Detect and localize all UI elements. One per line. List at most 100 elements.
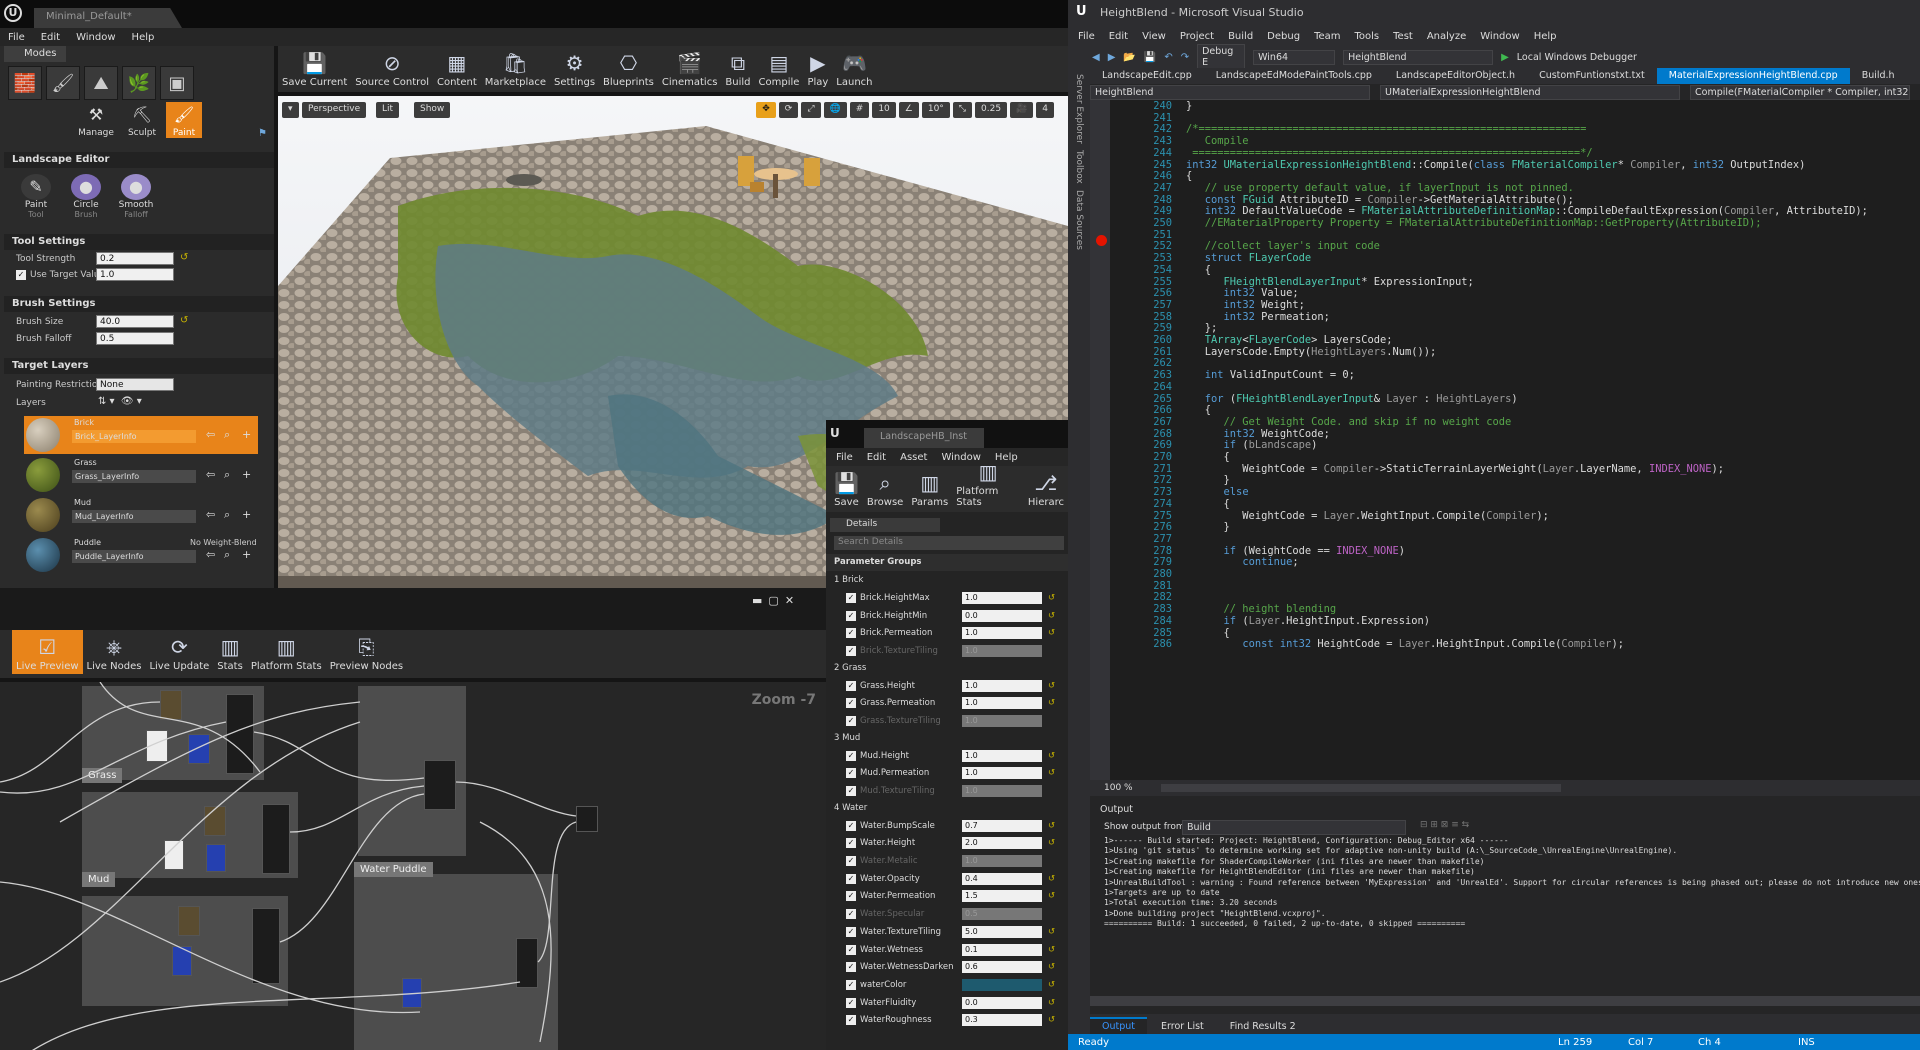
startup-project-select[interactable]: HeightBlend xyxy=(1343,49,1494,65)
cinematics-button[interactable]: 🎬 Cinematics xyxy=(658,46,722,90)
stats-button[interactable]: ▥ Stats xyxy=(213,630,247,674)
ue-menu-file[interactable]: File xyxy=(8,32,25,43)
param-group-header[interactable]: 4 Water xyxy=(826,800,1068,817)
paint-brush-tool[interactable]: ✎ Paint Tool xyxy=(14,174,58,219)
brush-size-reset-icon[interactable]: ↺ xyxy=(180,315,188,326)
param-value-input[interactable]: 1.0 xyxy=(962,855,1042,868)
param-enable-checkbox[interactable]: ✓ xyxy=(846,750,856,761)
param-enable-checkbox[interactable]: ✓ xyxy=(846,680,856,691)
brush-size-input[interactable]: 40.0 xyxy=(96,315,174,328)
mi-params-button[interactable]: ▥ Params xyxy=(907,466,952,510)
param-value-input[interactable]: 0.3 xyxy=(962,1014,1042,1027)
browse-icon[interactable]: ⌕ xyxy=(224,508,230,522)
output-source-select[interactable]: Build xyxy=(1182,820,1406,835)
tab-editor-object[interactable]: LandscapeEditorObject.h xyxy=(1384,68,1527,84)
param-value-input[interactable]: 1.0 xyxy=(962,591,1042,604)
reset-icon[interactable]: ↺ xyxy=(1048,980,1055,990)
browse-icon[interactable]: ⌕ xyxy=(224,548,230,562)
mi-menu-window[interactable]: Window xyxy=(941,452,980,463)
param-value-input[interactable]: 1.0 xyxy=(962,714,1042,727)
brush-falloff-input[interactable]: 0.5 xyxy=(96,332,174,345)
code-line[interactable]: WeightCode = Compiler->StaticTerrainLaye… xyxy=(1186,463,1724,475)
code-line[interactable]: }; xyxy=(1186,322,1218,334)
server-explorer-tab[interactable]: Server Explorer xyxy=(1074,74,1084,144)
brush-settings-header[interactable]: Brush Settings xyxy=(4,296,274,312)
reset-icon[interactable]: ↺ xyxy=(1048,1015,1055,1025)
redo-icon[interactable]: ↷ xyxy=(1181,52,1189,63)
vs-menu-file[interactable]: File xyxy=(1078,31,1095,42)
reset-icon[interactable]: ↺ xyxy=(1048,945,1055,955)
param-value-input[interactable]: 2.0 xyxy=(962,837,1042,850)
param-group-header[interactable]: 3 Mud xyxy=(826,730,1068,747)
layer-item-mud[interactable]: Mud Mud_LayerInfo ⇦ ⌕ + xyxy=(24,496,258,534)
vs-menu-tools[interactable]: Tools xyxy=(1355,31,1380,42)
code-line[interactable]: WeightCode = Layer.WeightInput.Compile(C… xyxy=(1186,510,1549,522)
reset-icon[interactable]: ↺ xyxy=(1048,681,1055,691)
use-asset-icon[interactable]: ⇦ xyxy=(206,508,215,521)
code-line[interactable]: { xyxy=(1186,404,1211,416)
code-line[interactable]: const int32 HeightCode = Layer.HeightInp… xyxy=(1186,638,1624,650)
param-value-input[interactable]: 1.5 xyxy=(962,890,1042,903)
browse-icon[interactable]: ⌕ xyxy=(224,428,230,442)
forward-icon[interactable]: ▶ xyxy=(1108,52,1116,63)
code-line[interactable]: { xyxy=(1186,451,1230,463)
undo-icon[interactable]: ↶ xyxy=(1164,52,1172,63)
param-enable-checkbox[interactable]: ✓ xyxy=(846,628,856,639)
code-line[interactable]: } xyxy=(1186,100,1192,112)
param-value-input[interactable]: 1.0 xyxy=(962,627,1042,640)
code-line[interactable]: int ValidInputCount = 0; xyxy=(1186,369,1355,381)
settings-button[interactable]: ⚙ Settings xyxy=(550,46,599,90)
live-preview-button[interactable]: ☑ Live Preview xyxy=(12,630,83,674)
param-value-input[interactable]: 0.0 xyxy=(962,996,1042,1009)
paint-tool-button[interactable]: 🖌 Paint xyxy=(166,102,202,138)
pin-icon[interactable]: ⚑ xyxy=(258,128,267,139)
layer-item-grass[interactable]: Grass Grass_LayerInfo ⇦ ⌕ + xyxy=(24,456,258,494)
tab-error-list[interactable]: Error List xyxy=(1149,1019,1216,1034)
preview-nodes-button[interactable]: ⎘ Preview Nodes xyxy=(326,630,407,674)
code-line[interactable]: int32 Weight; xyxy=(1186,299,1305,311)
reset-icon[interactable]: ↺ xyxy=(1048,628,1055,638)
code-line[interactable]: int32 DefaultValueCode = FMaterialAttrib… xyxy=(1186,205,1868,217)
code-line[interactable]: const FGuid AttributeID = Compiler->GetM… xyxy=(1186,194,1574,206)
code-line[interactable]: /*======================================… xyxy=(1186,123,1586,135)
code-line[interactable]: else xyxy=(1186,486,1249,498)
code-line[interactable]: { xyxy=(1186,170,1192,182)
use-asset-icon[interactable]: ⇦ xyxy=(206,468,215,481)
project-nav-select[interactable]: HeightBlend xyxy=(1090,84,1370,100)
code-line[interactable]: { xyxy=(1186,498,1230,510)
param-value-input[interactable]: 0.6 xyxy=(962,961,1042,974)
param-enable-checkbox[interactable]: ✓ xyxy=(846,786,856,797)
tab-landscapeedit[interactable]: LandscapeEdit.cpp xyxy=(1090,68,1204,84)
vs-menu-analyze[interactable]: Analyze xyxy=(1427,31,1466,42)
close-icon[interactable]: ✕ xyxy=(785,594,794,607)
smooth-falloff-tool[interactable]: ● Smooth Falloff xyxy=(114,174,158,219)
tab-output[interactable]: Output xyxy=(1090,1017,1147,1034)
back-icon[interactable]: ◀ xyxy=(1092,52,1100,63)
geometry-mode-icon[interactable]: ▣ xyxy=(160,66,194,100)
param-enable-checkbox[interactable]: ✓ xyxy=(846,698,856,709)
tab-custom-functions[interactable]: CustomFuntionstxt.txt xyxy=(1527,68,1657,84)
paint-mode-icon[interactable]: 🖌 xyxy=(46,66,80,100)
code-line[interactable]: // use property default value, if layerI… xyxy=(1186,182,1574,194)
reset-icon[interactable]: ↺ xyxy=(1048,962,1055,972)
reset-icon[interactable]: ↺ xyxy=(1048,698,1055,708)
use-asset-icon[interactable]: ⇦ xyxy=(206,548,215,561)
param-value-input[interactable]: 1.0 xyxy=(962,644,1042,657)
use-asset-icon[interactable]: ⇦ xyxy=(206,428,215,441)
play-button[interactable]: ▶ Play xyxy=(803,46,832,90)
live-update-button[interactable]: ⟳ Live Update xyxy=(145,630,213,674)
add-icon[interactable]: + xyxy=(242,468,251,481)
content-button[interactable]: ▦ Content xyxy=(433,46,481,90)
vs-menu-view[interactable]: View xyxy=(1142,31,1166,42)
param-value-input[interactable]: 0.1 xyxy=(962,943,1042,956)
play-icon[interactable]: ▶ xyxy=(1501,52,1509,63)
param-group-header[interactable]: 1 Brick xyxy=(826,572,1068,589)
ue-menu-help[interactable]: Help xyxy=(132,32,155,43)
vs-menu-test[interactable]: Test xyxy=(1393,31,1413,42)
param-value-input[interactable]: 1.0 xyxy=(962,767,1042,780)
mi-asset-tab[interactable]: LandscapeHB_Inst xyxy=(864,428,984,448)
launch-button[interactable]: 🎮 Launch xyxy=(832,46,876,90)
tab-heightblend-cpp[interactable]: MaterialExpressionHeightBlend.cpp xyxy=(1656,68,1850,84)
reset-icon[interactable]: ↺ xyxy=(1048,751,1055,761)
code-line[interactable]: if (Layer.HeightInput.Expression) xyxy=(1186,615,1430,627)
